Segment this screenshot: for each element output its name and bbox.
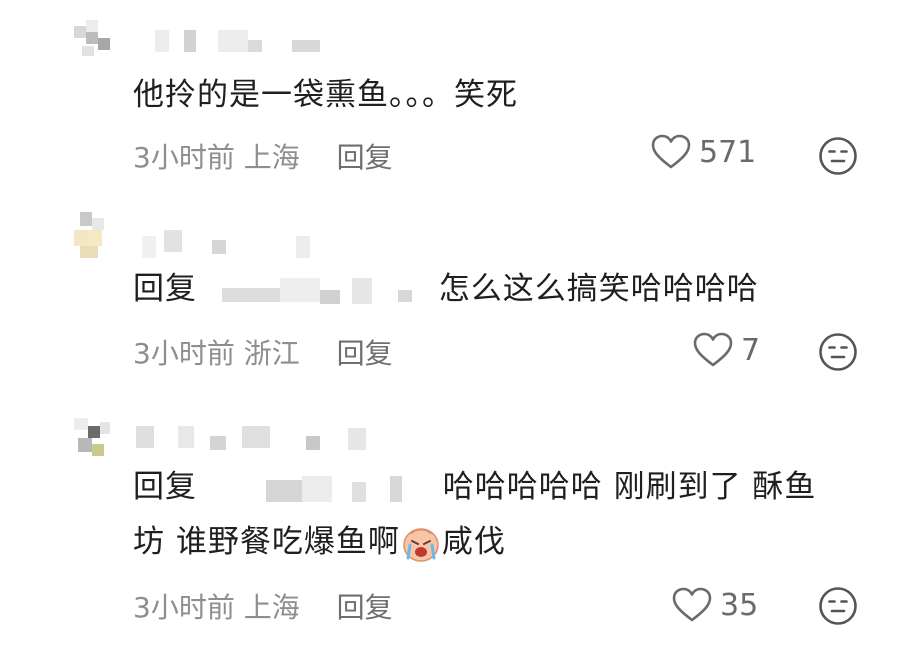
like-button[interactable]: 571 [651,134,756,170]
comment-text: 回复 怎么这么搞笑哈哈哈哈 [133,262,759,317]
comment-text-line2: 坊 谁野餐吃爆鱼啊 咸伐 [133,515,506,570]
reply-button[interactable]: 回复 [337,591,393,624]
reply-prefix: 回复 [133,271,197,307]
heart-outline-icon [651,134,691,169]
avatar[interactable] [74,212,112,258]
comment-body-line2b: 咸伐 [441,524,506,560]
comment-location: 浙江 [243,337,300,370]
comment-meta: 3小时前 上海 回复 [133,586,393,626]
like-count: 571 [699,134,757,170]
like-count: 35 [720,587,759,623]
comment-body-line1: 哈哈哈哈哈 刚刷到了 酥鱼 [442,469,817,505]
comment-time: 3小时前 [133,141,235,174]
avatar[interactable] [74,20,112,66]
comment-meta: 3小时前 上海 回复 [133,136,393,176]
reply-prefix: 回复 [133,469,197,505]
mentioned-user-blurred[interactable] [221,277,418,304]
like-count: 7 [741,332,761,368]
comment-location: 上海 [243,141,300,174]
comment-text: 他拎的是一袋熏鱼。。。笑死 [133,77,518,113]
like-button[interactable]: 35 [672,587,758,623]
heart-outline-icon [672,587,712,622]
neutral-face-icon[interactable] [818,136,858,176]
comment-time: 3小时前 [133,337,235,370]
avatar[interactable] [74,418,112,464]
reply-button[interactable]: 回复 [337,141,393,174]
comment-time: 3小时前 [133,591,235,624]
comment-location: 上海 [243,591,300,624]
like-button[interactable]: 7 [693,332,760,368]
crying-face-emoji [403,527,439,562]
neutral-face-icon[interactable] [818,586,858,626]
mentioned-user-blurred[interactable] [222,475,422,502]
comment-body-line2a: 坊 谁野餐吃爆鱼啊 [133,524,400,560]
comment-body: 怎么这么搞笑哈哈哈哈 [438,271,759,307]
heart-outline-icon [693,332,733,367]
comment-text: 回复 哈哈哈哈哈 刚刷到了 酥鱼 [133,460,816,515]
reply-button[interactable]: 回复 [337,337,393,370]
comment-meta: 3小时前 浙江 回复 [133,332,393,372]
neutral-face-icon[interactable] [818,332,858,372]
